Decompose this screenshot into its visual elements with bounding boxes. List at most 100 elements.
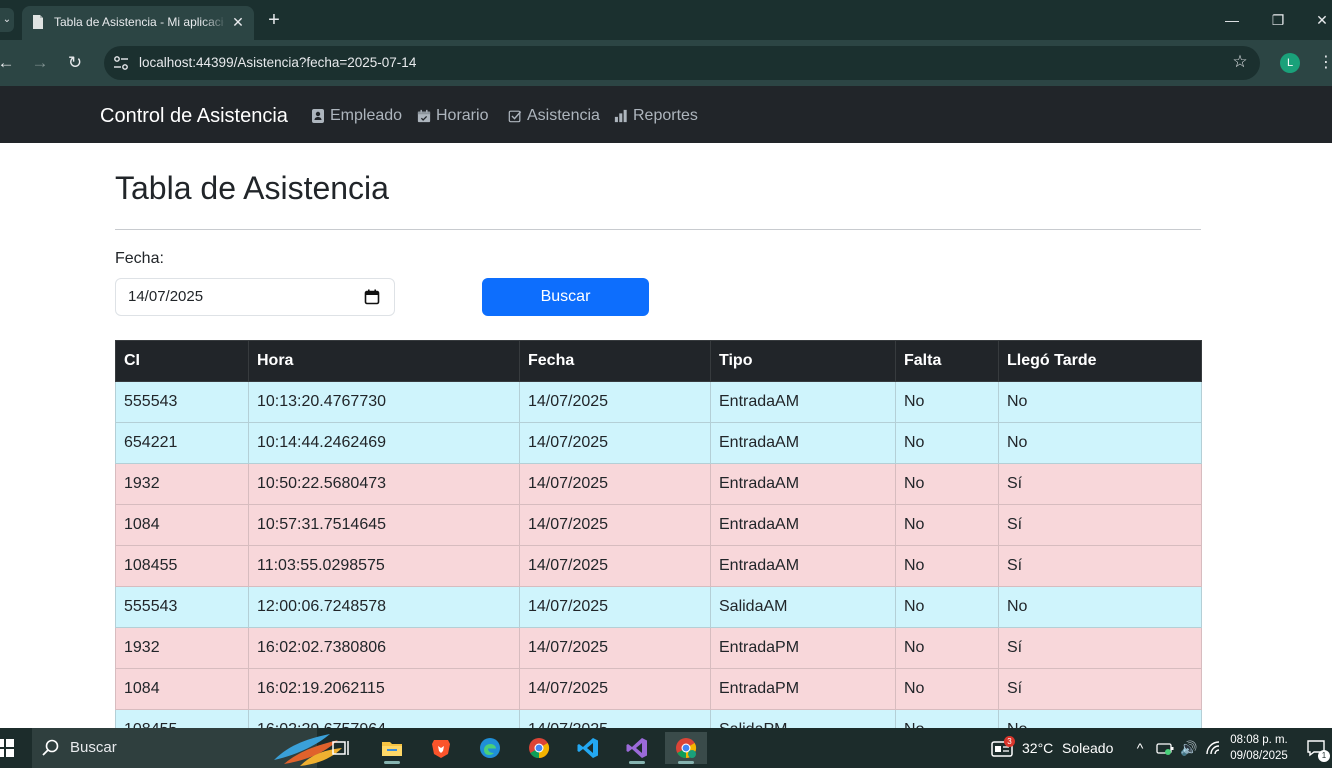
bookmark-star-icon[interactable]: ☆ (1230, 52, 1250, 72)
taskbar-file-explorer[interactable] (371, 732, 413, 764)
brave-lion-icon (432, 740, 450, 758)
restore-window-icon[interactable]: ❐ (1268, 10, 1288, 30)
browser-toolbar: ← → ↻ localhost:44399/Asistencia?fecha=2… (0, 40, 1332, 86)
calendar-picker-icon[interactable] (364, 289, 380, 305)
cell-llego-tarde: Sí (998, 504, 1202, 546)
clock-date: 09/08/2025 (1230, 750, 1288, 762)
table-header-row: CI Hora Fecha Tipo Falta Llegó Tarde (115, 340, 1202, 382)
cell-llego-tarde: Sí (998, 545, 1202, 587)
column-header-llego-tarde: Llegó Tarde (998, 340, 1202, 382)
column-header-fecha: Fecha (519, 340, 711, 382)
browser-tab-active[interactable]: Tabla de Asistencia - Mi aplicación ✕ (22, 6, 254, 40)
volume-icon[interactable]: 🔊 (1180, 738, 1198, 758)
minimize-window-icon[interactable]: — (1222, 10, 1242, 30)
fecha-value[interactable]: 14/07/2025 (128, 288, 203, 306)
cell-fecha: 14/07/2025 (519, 627, 711, 669)
cell-hora: 10:50:22.5680473 (248, 463, 520, 505)
battery-icon[interactable] (1156, 740, 1174, 756)
taskbar-vscode[interactable] (567, 732, 609, 764)
taskbar-search-box[interactable]: Buscar (32, 728, 342, 768)
cell-tipo: EntradaPM (710, 668, 896, 710)
cell-fecha: 14/07/2025 (519, 545, 711, 587)
cell-ci: 555543 (115, 381, 249, 423)
back-arrow-icon[interactable]: ← (0, 52, 16, 74)
taskbar-visual-studio[interactable] (616, 732, 658, 764)
taskbar-chrome[interactable] (518, 732, 560, 764)
divider (115, 229, 1201, 230)
navbar-brand[interactable]: Control de Asistencia (100, 104, 288, 128)
buscar-button[interactable]: Buscar (482, 278, 649, 316)
id-badge-icon (312, 109, 324, 123)
task-view-icon (332, 741, 349, 755)
table-row: 1084 10:57:31.7514645 14/07/2025 Entrada… (115, 504, 1202, 546)
folder-icon (382, 742, 402, 756)
tab-search-button[interactable]: ⌄ (0, 8, 14, 32)
cell-llego-tarde: No (998, 422, 1202, 464)
address-bar[interactable]: localhost:44399/Asistencia?fecha=2025-07… (104, 46, 1260, 80)
weather-badge: 3 (1004, 736, 1015, 747)
wifi-icon[interactable] (1205, 740, 1223, 756)
tab-close-icon[interactable]: ✕ (230, 13, 246, 31)
task-view-button[interactable] (320, 732, 362, 764)
taskbar-search-placeholder: Buscar (70, 739, 117, 756)
cell-fecha: 14/07/2025 (519, 504, 711, 546)
page-favicon-icon (33, 15, 43, 29)
column-header-tipo: Tipo (710, 340, 896, 382)
weather-text[interactable]: Soleado (1062, 740, 1113, 756)
cell-falta: No (895, 668, 999, 710)
table-row: 1932 16:02:02.7380806 14/07/2025 Entrada… (115, 627, 1202, 669)
cell-fecha: 14/07/2025 (519, 668, 711, 710)
tab-title: Tabla de Asistencia - Mi aplicación (54, 15, 224, 29)
visual-studio-icon (626, 738, 647, 758)
nav-link-asistencia[interactable]: Asistencia (508, 105, 600, 127)
taskbar-clock[interactable]: 08:08 p. m. 09/08/2025 (1226, 732, 1292, 764)
chrome-profile-icon (676, 738, 697, 759)
cell-ci: 1932 (115, 463, 249, 505)
table-row: 555543 10:13:20.4767730 14/07/2025 Entra… (115, 381, 1202, 423)
cell-ci: 108455 (115, 545, 249, 587)
page-title: Tabla de Asistencia (115, 170, 389, 206)
windows-taskbar: Buscar 3 32°C Soleado ^ 🔊 08:08 p. m. 09… (0, 728, 1332, 768)
temperature-text[interactable]: 32°C (1022, 740, 1053, 756)
cell-ci: 1084 (115, 504, 249, 546)
windows-start-icon[interactable] (0, 739, 14, 757)
browser-menu-icon[interactable]: ⋮ (1318, 52, 1332, 74)
taskbar-chrome-profile[interactable] (665, 732, 707, 764)
cell-hora: 10:13:20.4767730 (248, 381, 520, 423)
site-info-icon[interactable] (112, 54, 130, 72)
cell-hora: 16:02:02.7380806 (248, 627, 520, 669)
bar-chart-icon (614, 109, 627, 123)
reload-icon[interactable]: ↻ (65, 52, 85, 74)
cell-falta: No (895, 586, 999, 628)
nav-link-label: Asistencia (527, 107, 600, 124)
nav-link-horario[interactable]: Horario (417, 105, 493, 127)
taskbar-edge[interactable] (469, 732, 511, 764)
column-header-hora: Hora (248, 340, 520, 382)
vscode-icon (577, 738, 598, 758)
cell-falta: No (895, 463, 999, 505)
taskbar-brave[interactable] (420, 732, 462, 764)
browser-tab-bar: ⌄ Tabla de Asistencia - Mi aplicación ✕ … (0, 0, 1332, 40)
cell-ci: 1084 (115, 668, 249, 710)
fecha-date-input[interactable]: 14/07/2025 (115, 278, 395, 316)
search-icon (42, 739, 59, 756)
new-tab-button[interactable]: + (264, 9, 284, 31)
url-text[interactable]: localhost:44399/Asistencia?fecha=2025-07… (139, 55, 416, 71)
clock-time: 08:08 p. m. (1230, 734, 1288, 746)
nav-link-empleado[interactable]: Empleado (311, 105, 403, 127)
cell-fecha: 14/07/2025 (519, 463, 711, 505)
cell-ci: 555543 (115, 586, 249, 628)
close-window-icon[interactable]: ✕ (1312, 10, 1332, 30)
cell-tipo: EntradaAM (710, 504, 896, 546)
cell-falta: No (895, 381, 999, 423)
forward-arrow-icon[interactable]: → (30, 52, 50, 74)
chevron-up-icon[interactable]: ^ (1131, 738, 1149, 758)
nav-link-reportes[interactable]: Reportes (614, 105, 698, 127)
table-row: 1932 10:50:22.5680473 14/07/2025 Entrada… (115, 463, 1202, 505)
cell-tipo: EntradaPM (710, 627, 896, 669)
calendar-icon (417, 109, 431, 123)
profile-avatar[interactable]: L (1280, 53, 1300, 73)
table-row: 654221 10:14:44.2462469 14/07/2025 Entra… (115, 422, 1202, 464)
cell-hora: 12:00:06.7248578 (248, 586, 520, 628)
cell-falta: No (895, 545, 999, 587)
